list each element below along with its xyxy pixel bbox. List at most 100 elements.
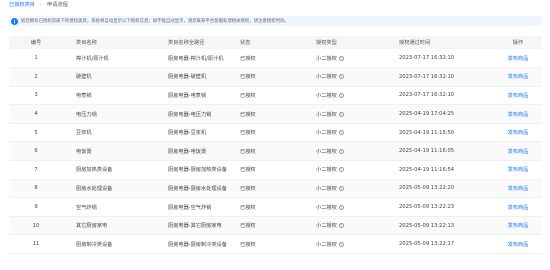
info-icon xyxy=(11,17,18,25)
cell-auth-time: 2025-05-09 13:22:17 xyxy=(399,234,494,255)
question-circle-icon[interactable]: ? xyxy=(338,148,344,154)
table-row: 1 榨汁机/原汁机 厨房电器-榨汁机/原汁机 已授权 小二授权? 2023-07-17 1… xyxy=(9,49,542,69)
cell-status: 已授权 xyxy=(240,86,316,106)
cell-category-name: 其它厨房家电 xyxy=(63,216,168,236)
cell-auth-time: 2025-04-19 11:16:54 xyxy=(399,160,494,180)
cell-status: 已授权 xyxy=(240,67,316,87)
cell-auth-time: 2025-05-09 13:22:13 xyxy=(399,216,494,236)
question-circle-icon[interactable]: ? xyxy=(338,74,344,80)
cell-auth-time: 2025-05-09 13:22:23 xyxy=(399,197,494,217)
cell-category-path: 厨房电器-厨房制冷类设备 xyxy=(168,234,240,255)
question-circle-icon[interactable]: ? xyxy=(338,167,344,173)
cell-id: 4 xyxy=(9,104,63,124)
cell-auth-type: 小二授权? xyxy=(316,234,399,255)
cell-auth-type: 小二授权? xyxy=(316,197,399,217)
cell-auth-type: 小二授权? xyxy=(316,160,399,180)
cell-status: 已授权 xyxy=(240,234,316,255)
table-row: 8 厨房水处理设备 厨房电器-厨房水处理设备 已授权 小二授权? 2025-05-09 1… xyxy=(9,179,542,199)
cell-auth-time: 2023-07-17 16:32:10 xyxy=(399,67,494,87)
cell-auth-type: 小二授权? xyxy=(316,216,399,236)
cell-category-name: 电饭煲 xyxy=(63,141,168,162)
publish-product-link[interactable]: 发布商品 xyxy=(508,149,529,155)
breadcrumb-link-authorized-categories[interactable]: 已授权类目 xyxy=(9,2,35,8)
cell-auth-type: 小二授权? xyxy=(316,67,399,87)
auth-type-label: 小二授权 xyxy=(316,167,337,174)
question-circle-icon[interactable]: ? xyxy=(338,55,344,61)
column-header-time: 授权通过时间 xyxy=(399,36,494,49)
publish-product-link[interactable]: 发布商品 xyxy=(508,242,529,248)
question-circle-icon[interactable]: ? xyxy=(338,223,344,229)
cell-status: 已授权 xyxy=(240,179,316,199)
question-circle-icon[interactable]: ? xyxy=(338,241,344,247)
cell-status: 已授权 xyxy=(240,141,316,162)
question-circle-icon[interactable]: ? xyxy=(338,204,344,210)
cell-auth-time: 2023-07-17 16:32:10 xyxy=(399,86,494,106)
cell-status: 已授权 xyxy=(240,160,316,180)
cell-category-path: 厨房电器-其它厨房家电 xyxy=(168,216,240,236)
table-header-row: 编号 类目名称 类目名称全路径 状态 授权类型 授权通过时间 操作 xyxy=(9,36,542,49)
auth-type-label: 小二授权 xyxy=(316,74,337,81)
cell-auth-type: 小二授权? xyxy=(316,49,399,69)
question-circle-icon[interactable]: ? xyxy=(338,130,344,136)
cell-auth-type: 小二授权? xyxy=(316,104,399,124)
column-header-operation: 操作 xyxy=(494,36,542,49)
question-circle-icon[interactable]: ? xyxy=(338,92,344,98)
publish-product-link[interactable]: 发布商品 xyxy=(508,93,529,99)
notice-banner: 如您拥有已授权资质下的授权类目，系统将自动显示以下授权信息；如不能自动显示，请您… xyxy=(9,16,542,26)
cell-category-path: 厨房电器-电压力锅 xyxy=(168,104,240,124)
publish-product-link[interactable]: 发布商品 xyxy=(508,167,529,173)
auth-type-label: 小二授权 xyxy=(316,185,337,192)
column-header-path: 类目名称全路径 xyxy=(168,36,240,49)
publish-product-link[interactable]: 发布商品 xyxy=(508,112,529,118)
cell-category-path: 厨房电器-电饭煲 xyxy=(168,141,240,162)
cell-auth-type: 小二授权? xyxy=(316,141,399,162)
authorized-category-table: 编号 类目名称 类目名称全路径 状态 授权类型 授权通过时间 操作 1 榨汁机/原… xyxy=(9,36,542,255)
cell-id: 5 xyxy=(9,123,63,143)
question-circle-icon[interactable]: ? xyxy=(338,185,344,191)
publish-product-link[interactable]: 发布商品 xyxy=(508,130,529,136)
cell-category-name: 空气炸锅 xyxy=(63,197,168,217)
table-row: 3 电煮锅 厨房电器-电煮锅 已授权 小二授权? 2023-07-17 16:32:10 发… xyxy=(9,86,542,106)
cell-category-path: 厨房电器-破壁机 xyxy=(168,67,240,87)
cell-operation: 发布商品 xyxy=(494,160,542,180)
publish-product-link[interactable]: 发布商品 xyxy=(508,223,529,229)
question-circle-icon[interactable]: ? xyxy=(338,111,344,117)
notice-text: 如您拥有已授权资质下的授权类目，系统将自动显示以下授权信息；如不能自动显示，请您… xyxy=(21,18,289,24)
cell-auth-type: 小二授权? xyxy=(316,179,399,199)
cell-operation: 发布商品 xyxy=(494,141,542,162)
column-header-name: 类目名称 xyxy=(63,36,168,49)
auth-type-label: 小二授权 xyxy=(316,241,337,248)
cell-id: 2 xyxy=(9,67,63,87)
auth-type-label: 小二授权 xyxy=(316,111,337,118)
publish-product-link[interactable]: 发布商品 xyxy=(508,74,529,80)
publish-product-link[interactable]: 发布商品 xyxy=(508,186,529,192)
publish-product-link[interactable]: 发布商品 xyxy=(508,205,529,211)
cell-operation: 发布商品 xyxy=(494,179,542,199)
cell-category-path: 厨房电器-榨汁机/原汁机 xyxy=(168,49,240,69)
column-header-type: 授权类型 xyxy=(316,36,399,49)
cell-operation: 发布商品 xyxy=(494,123,542,143)
cell-status: 已授权 xyxy=(240,49,316,69)
table-body: 1 榨汁机/原汁机 厨房电器-榨汁机/原汁机 已授权 小二授权? 2023-07-17 1… xyxy=(9,49,542,255)
cell-category-path: 厨房电器-空气炸锅 xyxy=(168,197,240,217)
cell-id: 10 xyxy=(9,216,63,236)
cell-id: 9 xyxy=(9,197,63,217)
cell-auth-time: 2025-05-09 13:22:20 xyxy=(399,179,494,199)
cell-operation: 发布商品 xyxy=(494,216,542,236)
cell-auth-time: 2025-04-19 11:15:50 xyxy=(399,123,494,143)
publish-product-link[interactable]: 发布商品 xyxy=(508,56,529,62)
cell-category-name: 破壁机 xyxy=(63,67,168,87)
cell-id: 1 xyxy=(9,49,63,69)
cell-auth-type: 小二授权? xyxy=(316,123,399,143)
table-row: 7 厨房加热类设备 厨房电器-厨房加热类设备 已授权 小二授权? 2025-04-19 1… xyxy=(9,160,542,180)
cell-status: 已授权 xyxy=(240,123,316,143)
table-row: 10 其它厨房家电 厨房电器-其它厨房家电 已授权 小二授权? 2025-05-09 13… xyxy=(9,216,542,236)
table-row: 5 豆浆机 厨房电器-豆浆机 已授权 小二授权? 2025-04-19 11:15:50 发… xyxy=(9,123,542,143)
cell-category-path: 厨房电器-电煮锅 xyxy=(168,86,240,106)
cell-category-name: 电压力锅 xyxy=(63,104,168,124)
cell-status: 已授权 xyxy=(240,197,316,217)
top-bar: 已授权类目 › 申请流程 xyxy=(0,0,550,14)
auth-type-label: 小二授权 xyxy=(316,204,337,211)
cell-operation: 发布商品 xyxy=(494,104,542,124)
auth-type-label: 小二授权 xyxy=(316,55,337,62)
